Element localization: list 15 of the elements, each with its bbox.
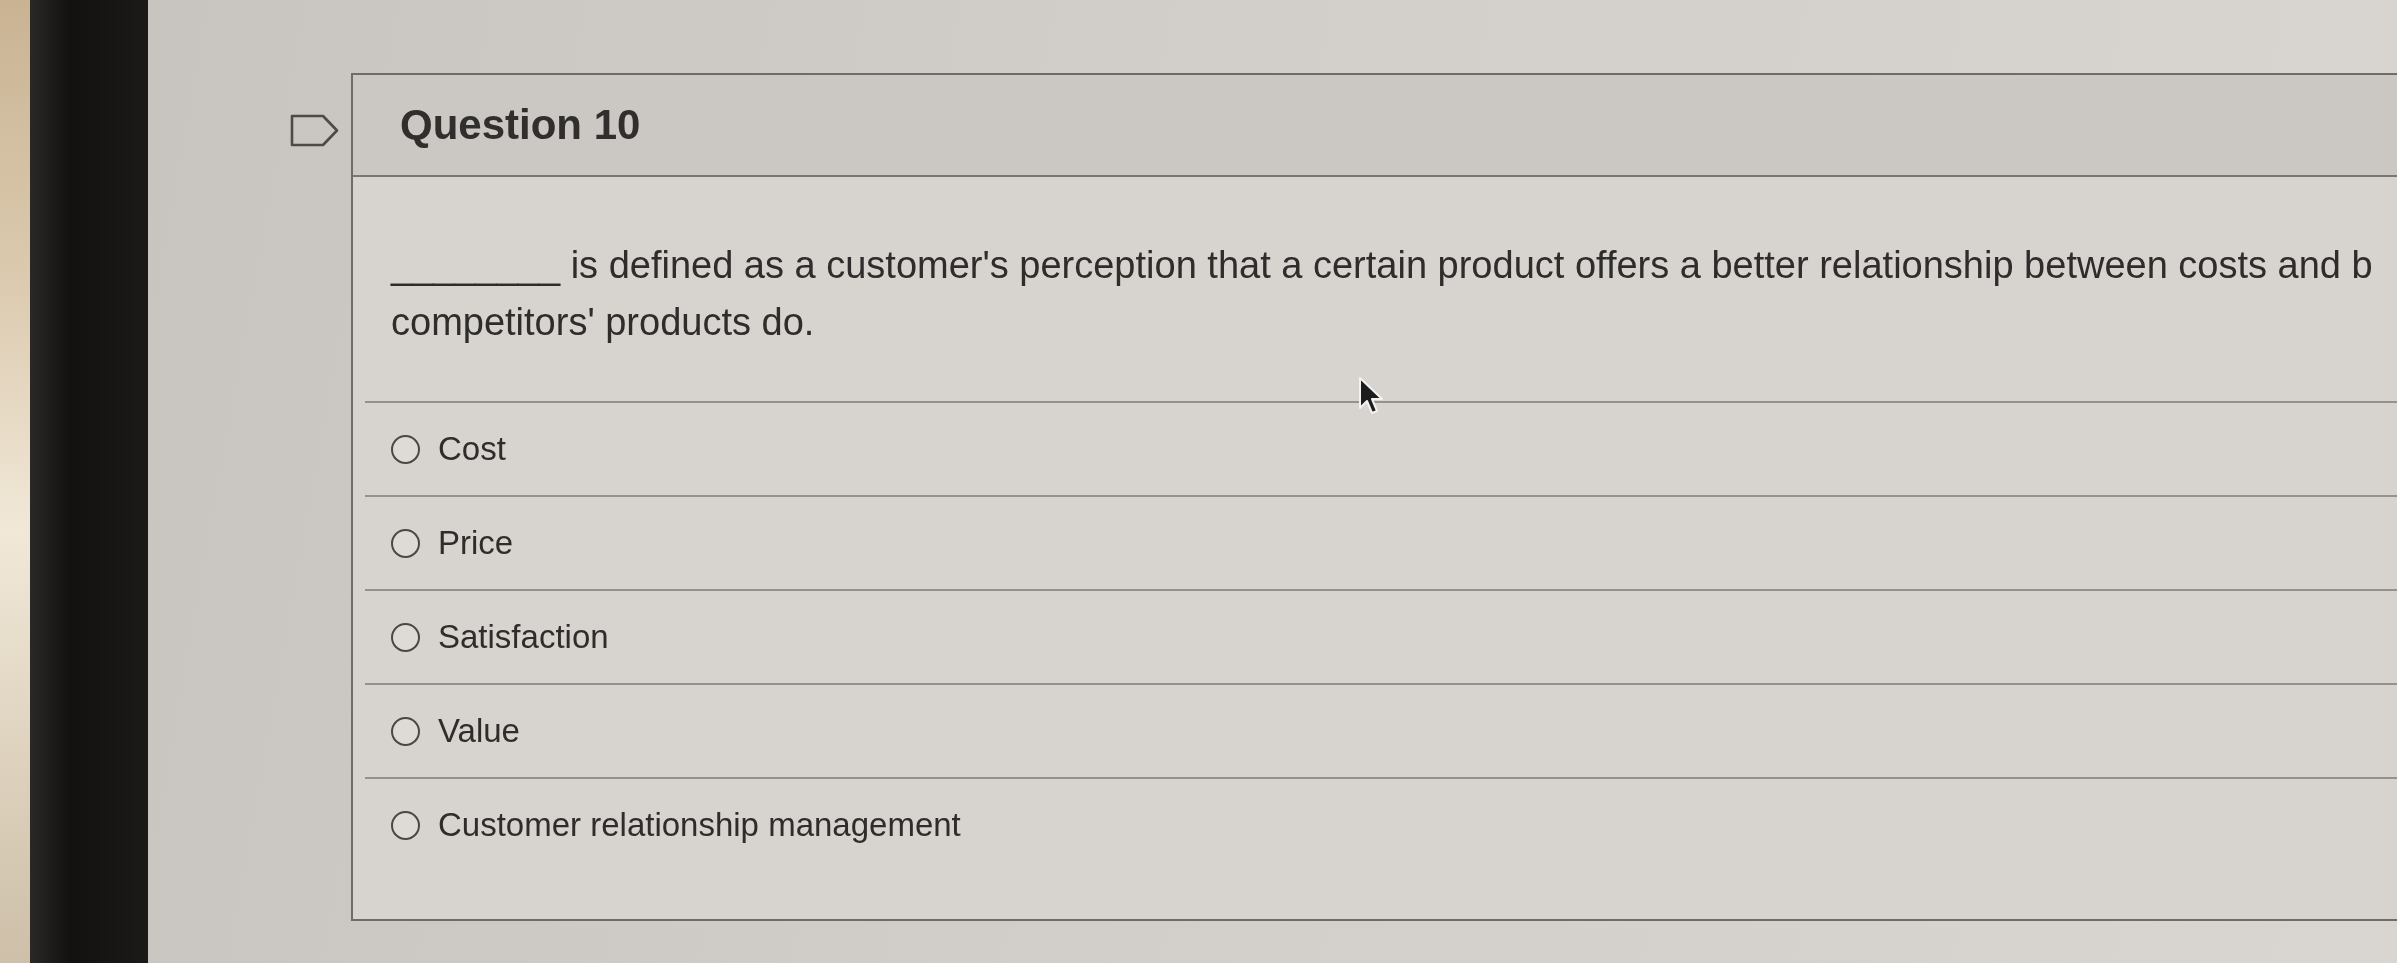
radio-button[interactable]: [391, 622, 420, 652]
answer-option[interactable]: Cost: [391, 430, 506, 468]
radio-button[interactable]: [391, 434, 420, 464]
answer-option[interactable]: Customer relationship management: [391, 806, 961, 844]
answer-option[interactable]: Price: [391, 524, 514, 562]
mouse-pointer-icon: [1358, 376, 1384, 416]
answer-option[interactable]: Satisfaction: [391, 618, 609, 656]
radio-button[interactable]: [391, 528, 420, 558]
question-title: Question 10: [400, 101, 641, 149]
radio-button[interactable]: [391, 716, 420, 746]
tag-icon[interactable]: [290, 114, 339, 147]
radio-button[interactable]: [391, 810, 420, 840]
question-text: ________ is defined as a customer's perception that a certain product offers a better relationship between costs and b: [391, 243, 2374, 288]
question-text: competitors' products do.: [391, 300, 816, 345]
answer-option[interactable]: Value: [391, 712, 520, 750]
